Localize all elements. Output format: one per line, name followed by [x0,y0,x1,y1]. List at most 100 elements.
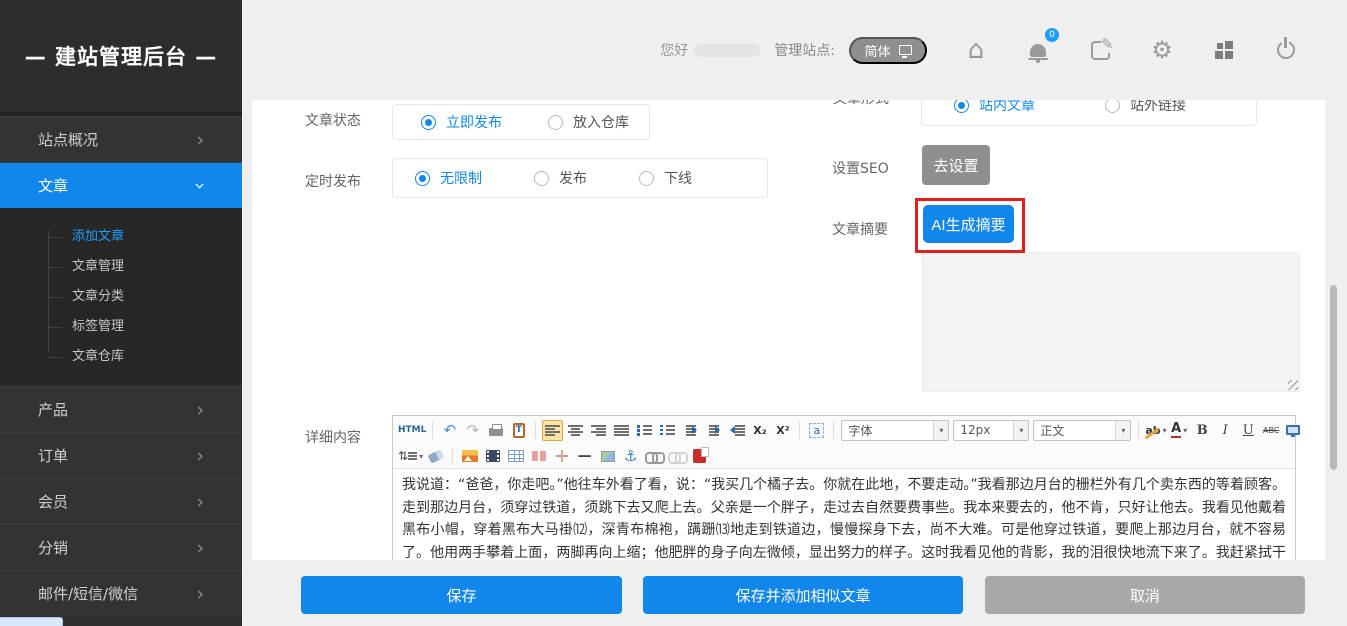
chevron-down-icon: › [177,182,223,190]
notifications-button[interactable]: 0 [1025,37,1051,63]
unordered-list-icon[interactable] [657,420,678,441]
submenu-item-article-manage[interactable]: 文章管理 [0,252,242,282]
logout-button[interactable] [1273,37,1299,63]
align-left-icon[interactable] [542,420,563,441]
submenu-item-article-warehouse[interactable]: 文章仓库 [0,342,242,372]
page-break-icon[interactable] [528,446,549,467]
indent-paragraph-icon[interactable] [680,420,701,441]
article-form-label: 文章形式 [833,100,889,108]
apps-button[interactable] [1211,37,1237,63]
bell-icon [1030,44,1046,57]
html-source-button[interactable]: HTML [398,420,426,441]
subscript-icon[interactable]: X₂ [749,420,770,441]
font-size-select[interactable]: 12px ▾ [953,420,1029,441]
cancel-button[interactable]: 取消 [985,576,1305,614]
radio-publish-now[interactable]: 立即发布 [421,112,502,132]
superscript-icon[interactable]: X² [772,420,793,441]
sidebar-item-members[interactable]: 会员 › [0,478,242,524]
settings-button[interactable]: ⚙ [1149,37,1175,63]
submenu-item-add-article[interactable]: 添加文章 [0,222,242,252]
chevron-right-icon: › [196,571,204,617]
anchor-icon[interactable]: ⚓ [620,446,641,467]
sidebar: — 建站管理后台 — 站点概况 › 文章 › 添加文章 文章管理 文章分类 标签… [0,0,242,626]
page-scrollbar-thumb[interactable] [1330,285,1337,470]
textarea-resize-grip[interactable] [1288,380,1298,390]
home-button[interactable]: ⌂ [963,37,989,63]
radio-label: 放入仓库 [573,112,629,132]
redo-icon[interactable]: ↷ [462,420,483,441]
radio-no-limit[interactable]: 无限制 [415,168,482,188]
horizontal-rule-icon[interactable]: — [574,446,595,467]
submenu-item-article-category[interactable]: 文章分类 [0,282,242,312]
sidebar-item-articles[interactable]: 文章 › [0,162,242,208]
insert-video-icon[interactable] [482,446,503,467]
align-center-icon[interactable] [565,420,586,441]
article-status-label: 文章状态 [305,110,361,130]
fullscreen-icon[interactable] [1283,420,1304,441]
align-right-icon[interactable] [588,420,609,441]
undo-icon[interactable]: ↶ [439,420,460,441]
line-height-icon[interactable]: ⇅▾ [398,446,423,467]
align-justify-icon[interactable] [611,420,632,441]
editor-toolbar-row2: ⇅▾ — ⚓ [393,444,1295,469]
toolbar-divider [799,421,800,439]
sidebar-item-label: 文章 [38,177,68,195]
submenu-item-tag-manage[interactable]: 标签管理 [0,312,242,342]
seo-setup-button[interactable]: 去设置 [922,145,990,185]
image-map-icon[interactable] [597,446,618,467]
summary-textarea[interactable] [922,252,1300,392]
sidebar-item-mail-sms-wechat[interactable]: 邮件/短信/微信 › [0,570,242,616]
export-pdf-icon[interactable] [689,446,710,467]
article-form-radio-group: 站内文章 站外链接 [921,100,1257,126]
underline-icon[interactable]: U [1238,420,1259,441]
strikethrough-icon[interactable]: ABC [1261,420,1282,441]
scheduled-publish-label: 定时发布 [305,171,361,191]
sidebar-item-products[interactable]: 产品 › [0,386,242,432]
paste-plain-text-icon[interactable]: T [508,420,529,441]
editor-content[interactable]: 我说道：“爸爸，你走吧。”他往车外看了看，说：“我买几个橘子去。你就在此地，不要… [393,469,1295,560]
sidebar-item-orders[interactable]: 订单 › [0,432,242,478]
font-color-icon[interactable]: A▾ [1169,420,1190,441]
highlight-color-icon[interactable]: ab▾ [1145,420,1166,441]
italic-icon[interactable]: I [1215,420,1236,441]
app-root: — 建站管理后台 — 站点概况 › 文章 › 添加文章 文章管理 文章分类 标签… [0,0,1347,626]
dropdown-arrow-icon: ▾ [1115,421,1130,440]
chevron-right-icon: › [196,479,204,525]
ai-generate-summary-button[interactable]: AI生成摘要 [923,205,1014,243]
unlink-icon[interactable] [666,446,687,467]
radio-unselected-icon [639,171,654,186]
toolbar-divider [432,421,433,439]
radio-external-link[interactable]: 站外链接 [1105,100,1186,115]
edit-icon [1091,41,1110,60]
save-and-add-similar-button[interactable]: 保存并添加相似文章 [643,576,963,614]
radio-offline[interactable]: 下线 [639,168,692,188]
print-icon[interactable] [485,420,506,441]
insert-table-icon[interactable] [505,446,526,467]
manage-site-label: 管理站点: [774,40,835,60]
select-all-icon[interactable]: a [806,420,827,441]
remove-format-icon[interactable] [425,446,446,467]
radio-internal-article[interactable]: 站内文章 [954,100,1035,115]
sidebar-item-label: 邮件/短信/微信 [38,585,138,603]
radio-to-warehouse[interactable]: 放入仓库 [548,112,629,132]
radio-label: 立即发布 [446,112,502,132]
insert-image-icon[interactable] [459,446,480,467]
summary-label: 文章摘要 [832,219,888,239]
font-family-select[interactable]: 字体 ▾ [841,420,949,441]
chevron-right-icon: › [196,117,204,163]
language-switch-button[interactable]: 简体 [849,37,927,64]
bold-icon[interactable]: B [1192,420,1213,441]
article-status-radio-group: 立即发布 放入仓库 [392,104,650,140]
indent-icon[interactable] [703,420,724,441]
link-icon[interactable] [643,446,664,467]
save-button[interactable]: 保存 [301,576,622,614]
paragraph-format-select[interactable]: 正文 ▾ [1033,420,1131,441]
separator-icon[interactable] [551,446,572,467]
ordered-list-icon[interactable] [634,420,655,441]
edit-site-button[interactable] [1087,37,1113,63]
browser-status-tooltip [0,617,63,626]
outdent-icon[interactable] [726,420,747,441]
sidebar-item-site-overview[interactable]: 站点概况 › [0,116,242,162]
radio-publish[interactable]: 发布 [534,168,587,188]
sidebar-item-distribution[interactable]: 分销 › [0,524,242,570]
